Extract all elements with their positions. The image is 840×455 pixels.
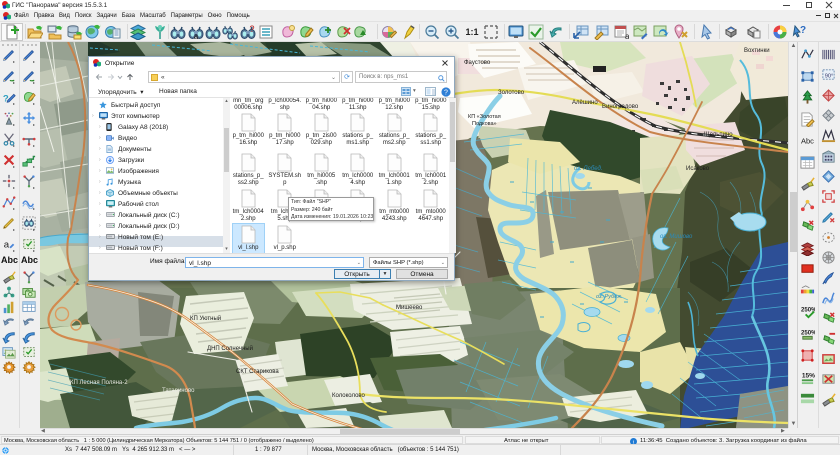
svg-text:a: a (4, 240, 10, 251)
svg-text:a: a (625, 32, 629, 40)
svg-text:Мишеево: Мишеево (396, 305, 423, 311)
svg-text:a: a (194, 32, 199, 40)
svg-text:90°: 90° (825, 74, 833, 80)
svg-text:?: ? (444, 89, 448, 96)
svg-text:Щельпино: Щельпино (704, 132, 733, 138)
svg-text:Подкова»: Подкова» (472, 121, 497, 127)
svg-text:250%: 250% (801, 329, 815, 336)
svg-text:1:1: 1:1 (465, 27, 478, 37)
svg-text:ДНП Солнечный: ДНП Солнечный (207, 345, 253, 352)
svg-text:оз. Лебед.: оз. Лебед. (574, 166, 602, 172)
svg-text:СКТ Старикова: СКТ Старикова (236, 369, 279, 375)
svg-text:КП «Золотая: КП «Золотая (468, 114, 501, 120)
svg-text:Abc: Abc (801, 136, 814, 145)
svg-text:оз. Рубеж.: оз. Рубеж. (596, 294, 623, 300)
svg-text:15%: 15% (802, 372, 815, 379)
svg-text:оз. Мишово: оз. Мишово (660, 234, 693, 240)
svg-text:Колоколово: Колоколово (332, 393, 366, 399)
svg-text:Вохтинки: Вохтинки (744, 48, 770, 54)
svg-text:Фаустово: Фаустово (464, 60, 491, 66)
svg-text:Татариново: Татариново (162, 388, 195, 394)
svg-text:?: ? (800, 25, 806, 36)
svg-text:Золотово: Золотово (498, 90, 525, 96)
svg-text:Виноградово: Виноградово (602, 104, 639, 110)
svg-text:Алёшино: Алёшино (572, 100, 598, 106)
svg-text:КП Лесная Поляна-2: КП Лесная Поляна-2 (70, 380, 128, 386)
svg-text:Исаково: Исаково (686, 166, 710, 172)
svg-text:КП Уютный: КП Уютный (190, 315, 221, 322)
svg-text:...: ... (210, 34, 216, 40)
svg-text:?: ? (249, 24, 254, 34)
